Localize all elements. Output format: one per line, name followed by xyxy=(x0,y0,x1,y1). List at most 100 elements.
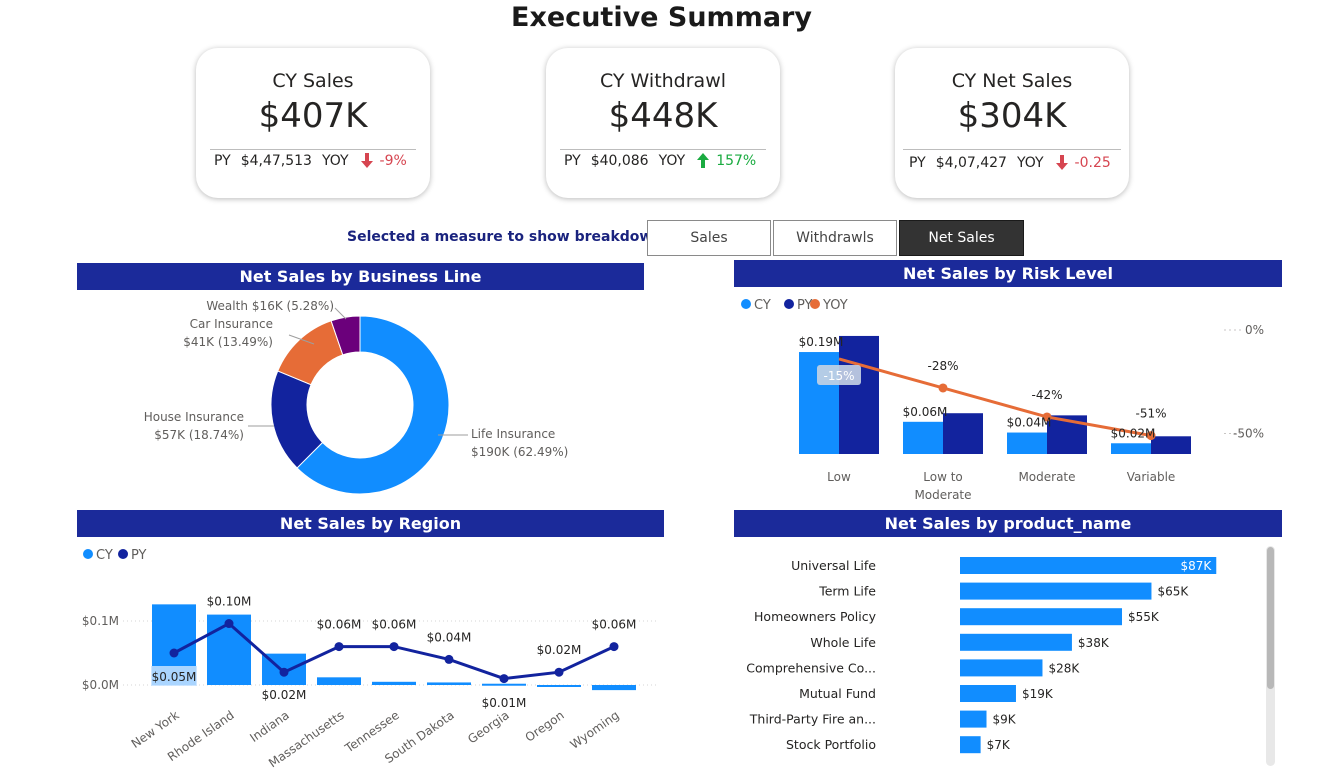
region-legend: CY PY xyxy=(83,548,147,563)
cy-bar xyxy=(317,677,361,685)
legend-cy-marker xyxy=(741,299,751,309)
cy-bar xyxy=(903,421,943,454)
risk-level-chart[interactable]: CY PY YOY 0% -50% Low $0.19M Low to Moderate… xyxy=(734,288,1282,506)
product-data-label: $38K xyxy=(1078,636,1110,650)
divider xyxy=(210,149,416,150)
py-value: $4,07,427 xyxy=(935,154,1007,171)
slice-value: $41K (13.49%) xyxy=(183,335,273,349)
product-bar-chart[interactable]: Universal Life $87K Term Life $65K Homeowner… xyxy=(734,539,1264,769)
secondary-axis-tick: 0% xyxy=(1245,323,1264,337)
category-label-line: Moderate xyxy=(914,488,971,502)
py-marker xyxy=(169,648,179,658)
py-marker xyxy=(554,667,564,677)
kpi-footer: PY $4,07,427 YOY -0.25 xyxy=(909,154,1115,171)
region-data-label: $0.06M xyxy=(592,618,637,632)
yoy-data-label: -51% xyxy=(1135,407,1166,421)
product-data-label: $55K xyxy=(1128,610,1160,624)
legend-py-marker xyxy=(784,299,794,309)
product-bar xyxy=(960,608,1123,626)
business-line-donut-chart[interactable]: Life Insurance $190K (62.49%) House Insura… xyxy=(77,292,644,504)
product-category-label: Universal Life xyxy=(791,558,876,573)
leader-line xyxy=(334,307,347,320)
category-label: Moderate xyxy=(1018,470,1075,484)
region-data-label: $0.02M xyxy=(262,688,307,702)
legend-py-label: PY xyxy=(131,548,147,563)
yoy-data-label: -42% xyxy=(1031,388,1062,402)
slice-name: Wealth xyxy=(206,299,248,313)
yoy-line xyxy=(838,357,1152,438)
cy-data-label: $0.06M xyxy=(903,405,948,419)
measure-button-withdrawls[interactable]: Withdrawls xyxy=(773,220,897,256)
kpi-value: $304K xyxy=(957,96,1067,136)
product-category-label: Stock Portfolio xyxy=(786,737,876,752)
donut-slice xyxy=(277,320,344,386)
region-data-label: $0.01M xyxy=(482,696,527,710)
y-axis-tick: $0.0M xyxy=(82,678,119,692)
region-category-label: Wyoming xyxy=(568,708,622,752)
kpi-card-cy-net-sales[interactable]: CY Net Sales $304K PY $4,07,427 YOY -0.2… xyxy=(895,48,1129,198)
py-bar xyxy=(1151,436,1191,454)
product-bar xyxy=(960,710,987,728)
product-category-label: Third-Party Fire an... xyxy=(749,712,876,727)
kpi-footer: PY $40,086 YOY 157% xyxy=(564,152,766,169)
category-label: Low xyxy=(827,470,851,484)
py-value: $4,47,513 xyxy=(240,152,312,169)
region-data-label: $0.06M xyxy=(317,618,362,632)
py-label: PY xyxy=(564,152,581,169)
product-chart-scroll-thumb[interactable] xyxy=(1267,547,1274,689)
cy-bar xyxy=(427,682,471,685)
region-chart-title: Net Sales by Region xyxy=(77,510,664,537)
cy-bar xyxy=(372,681,416,685)
arrow-up-icon xyxy=(695,152,711,169)
slice-value: $57K (18.74%) xyxy=(154,428,244,442)
legend-cy-label: CY xyxy=(96,548,113,563)
product-bar xyxy=(960,685,1016,702)
business-line-chart-title: Net Sales by Business Line xyxy=(77,263,644,290)
region-chart[interactable]: CY PY $0.1M$0.0M New YorkRhode Island Ind… xyxy=(77,539,664,779)
product-bar xyxy=(960,557,1217,574)
py-value: $40,086 xyxy=(590,152,649,169)
py-marker xyxy=(224,619,234,629)
measure-button-sales[interactable]: Sales xyxy=(647,220,771,256)
region-category-label: New York xyxy=(129,708,182,751)
cy-bar xyxy=(482,683,526,686)
category-label: Low to Moderate xyxy=(914,470,971,502)
legend-cy-label: CY xyxy=(754,298,771,313)
kpi-value: $407K xyxy=(258,96,368,136)
yoy-value: 157% xyxy=(716,152,757,169)
product-category-label: Term Life xyxy=(818,584,876,599)
yoy-data-label: -15% xyxy=(823,369,854,383)
slice-name: Car Insurance xyxy=(190,317,273,331)
region-category-label: Indiana xyxy=(247,708,291,745)
py-marker xyxy=(609,642,619,652)
kpi-card-cy-withdrawl[interactable]: CY Withdrawl $448K PY $40,086 YOY 157% xyxy=(546,48,780,198)
kpi-card-cy-sales[interactable]: CY Sales $407K PY $4,47,513 YOY -9% xyxy=(196,48,430,198)
py-marker xyxy=(499,674,509,684)
arrow-down-icon xyxy=(1054,154,1070,171)
cy-data-label: $0.04M xyxy=(1007,416,1052,430)
region-category-label: Georgia xyxy=(465,708,512,746)
product-bar xyxy=(960,582,1152,600)
yoy-value: -9% xyxy=(379,152,407,169)
legend-py-marker xyxy=(118,549,128,559)
product-data-label: $28K xyxy=(1048,661,1080,675)
product-data-label: $87K xyxy=(1180,559,1212,573)
region-data-label: $0.10M xyxy=(207,595,252,609)
kpi-value: $448K xyxy=(608,96,718,136)
cy-bar xyxy=(537,685,581,687)
measure-button-net-sales[interactable]: Net Sales xyxy=(899,220,1024,256)
product-bar xyxy=(960,736,981,754)
divider xyxy=(903,149,1121,150)
yoy-label: YOY xyxy=(1016,154,1044,171)
yoy-marker xyxy=(938,383,948,393)
product-bar xyxy=(960,633,1072,651)
cy-bar xyxy=(1007,432,1047,454)
slice-value: $16K (5.28%) xyxy=(252,299,334,313)
product-data-label: $7K xyxy=(987,738,1011,752)
slice-name: House Insurance xyxy=(144,410,244,424)
region-data-label: $0.05M xyxy=(152,670,197,684)
product-chart-title: Net Sales by product_name xyxy=(734,510,1282,537)
product-data-label: $9K xyxy=(993,713,1017,727)
yoy-data-label: -28% xyxy=(927,359,958,373)
legend-yoy-marker xyxy=(810,299,820,309)
